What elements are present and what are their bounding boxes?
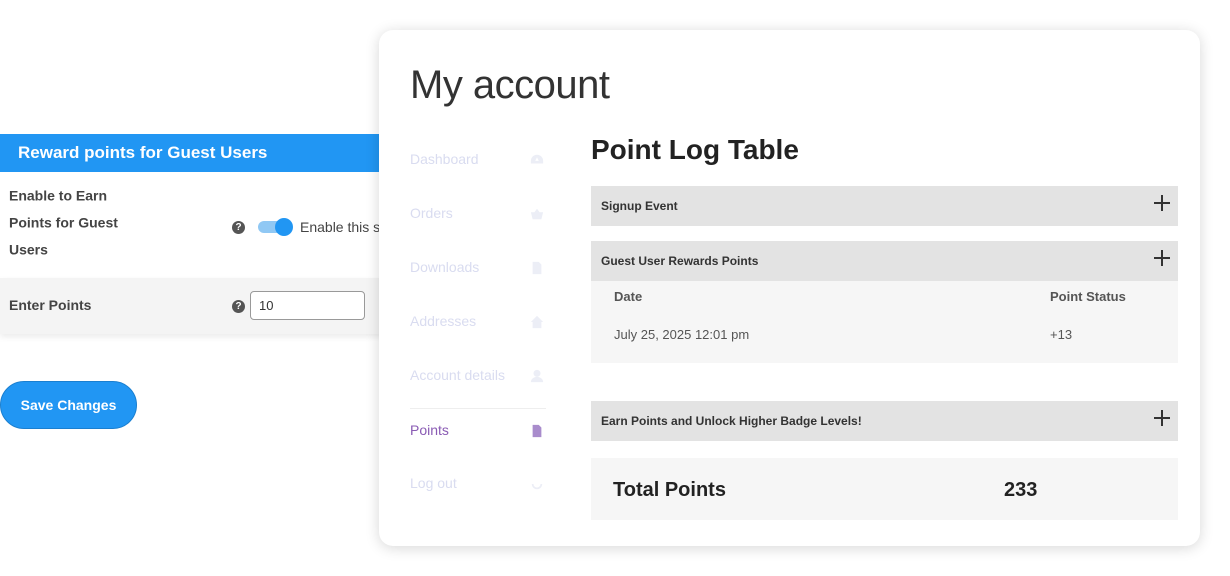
nav-item-logout[interactable]: Log out: [410, 462, 546, 516]
accordion-badge-levels[interactable]: Earn Points and Unlock Higher Badge Leve…: [591, 401, 1178, 441]
accordion-label: Guest User Rewards Points: [601, 254, 759, 268]
plus-icon[interactable]: [1154, 250, 1170, 266]
nav-item-label: Account details: [410, 367, 505, 383]
nav-item-dashboard[interactable]: Dashboard: [410, 138, 546, 192]
point-log-content: Point Log Table Signup Event Guest User …: [591, 130, 1178, 520]
nav-item-addresses[interactable]: Addresses: [410, 300, 546, 354]
enable-toggle[interactable]: [258, 218, 293, 236]
earn-points-label: Enable to Earn Points for Guest Users: [9, 187, 118, 258]
total-points-label: Total Points: [613, 479, 726, 501]
cell-point-status: +13: [1050, 327, 1073, 342]
plus-icon[interactable]: [1154, 195, 1170, 211]
point-log-table: Date Point Status July 25, 2025 12:01 pm…: [591, 281, 1178, 363]
help-icon[interactable]: ?: [232, 221, 245, 234]
save-changes-button[interactable]: Save Changes: [0, 381, 137, 429]
account-nav: Dashboard Orders Downloads Addresses Acc…: [410, 138, 546, 516]
cell-date: July 25, 2025 12:01 pm: [614, 327, 750, 342]
basket-icon: [530, 207, 544, 221]
accordion-signup-event[interactable]: Signup Event: [591, 186, 1178, 226]
nav-item-label: Orders: [410, 205, 453, 221]
user-icon: [530, 369, 544, 383]
nav-item-label: Dashboard: [410, 151, 479, 167]
file-download-icon: [530, 261, 544, 275]
toggle-label: Enable this s: [300, 219, 381, 235]
page-title: My account: [410, 63, 610, 107]
column-header-date: Date: [614, 289, 643, 304]
logout-icon: [530, 477, 544, 491]
total-points-box: Total Points 233: [591, 458, 1178, 520]
my-account-card: My account Dashboard Orders Downloads Ad…: [379, 30, 1200, 546]
nav-item-points[interactable]: Points: [410, 408, 546, 462]
nav-item-label: Points: [410, 422, 449, 438]
accordion-guest-rewards[interactable]: Guest User Rewards Points: [591, 241, 1178, 281]
nav-item-label: Log out: [410, 475, 457, 491]
nav-item-label: Addresses: [410, 313, 477, 329]
total-points-value: 233: [1004, 479, 1038, 501]
column-header-point-status: Point Status: [1050, 289, 1126, 304]
section-title: Point Log Table: [591, 134, 799, 165]
points-input[interactable]: [250, 291, 365, 320]
plus-icon[interactable]: [1154, 410, 1170, 426]
nav-item-label: Downloads: [410, 259, 480, 275]
settings-header: Reward points for Guest Users: [0, 134, 400, 172]
nav-item-orders[interactable]: Orders: [410, 192, 546, 246]
accordion-label: Earn Points and Unlock Higher Badge Leve…: [601, 414, 862, 428]
enter-points-label: Enter Points: [9, 297, 92, 313]
home-icon: [530, 315, 544, 329]
nav-item-account-details[interactable]: Account details: [410, 354, 546, 408]
accordion-label: Signup Event: [601, 199, 678, 213]
help-icon[interactable]: ?: [232, 300, 245, 313]
dashboard-icon: [530, 153, 544, 167]
nav-item-downloads[interactable]: Downloads: [410, 246, 546, 300]
toggle-knob: [275, 218, 293, 236]
document-icon: [530, 424, 544, 438]
